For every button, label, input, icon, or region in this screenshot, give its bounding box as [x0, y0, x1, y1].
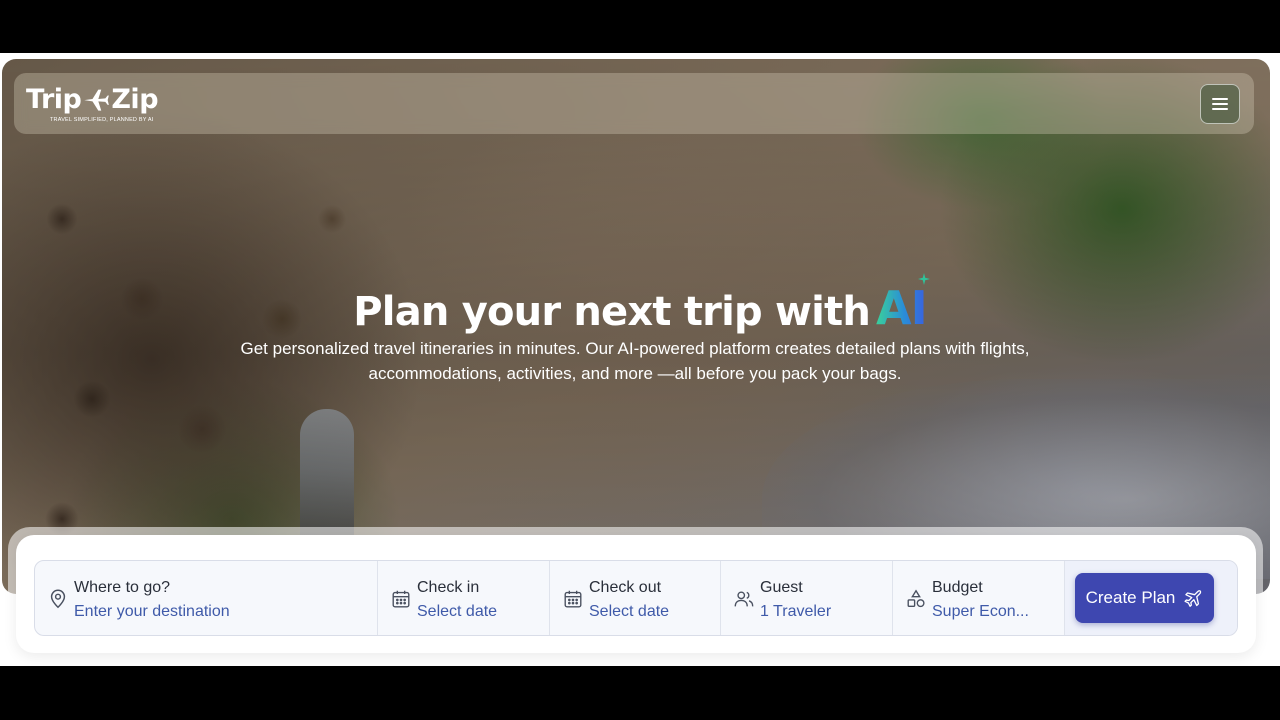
check-in-value[interactable]: Select date [417, 603, 497, 621]
destination-label: Where to go? [74, 579, 171, 596]
map-pin-icon [50, 589, 66, 609]
guest-value[interactable]: 1 Traveler [760, 603, 831, 621]
budget-label: Budget [932, 579, 983, 596]
brand-tagline: TRAVEL SIMPLIFIED, PLANNED BY AI [50, 117, 154, 123]
brand-name-right: Zip [111, 83, 159, 115]
sparkle-icon [917, 273, 930, 285]
plan-search-card: Where to go? Check in Select date [16, 535, 1256, 653]
hero-headline: Plan your next trip with AI [0, 273, 1280, 335]
budget-value[interactable]: Super Econ... [932, 603, 1029, 621]
guest-label: Guest [760, 579, 803, 596]
check-in-label: Check in [417, 579, 480, 596]
guest-field[interactable]: Guest 1 Traveler [721, 561, 893, 635]
check-out-label: Check out [589, 579, 662, 596]
destination-field[interactable]: Where to go? [35, 561, 378, 635]
menu-button[interactable] [1200, 84, 1240, 124]
airplane-icon [1184, 590, 1202, 607]
headline-text: Plan your next trip with [353, 289, 871, 335]
submit-area: Create Plan [1065, 561, 1237, 635]
shapes-icon [907, 589, 925, 608]
users-icon [734, 591, 754, 607]
headline-accent-ai: AI [876, 273, 930, 335]
plan-form: Where to go? Check in Select date [34, 560, 1238, 636]
brand-name-left: Trip [26, 83, 82, 115]
calendar-icon [392, 590, 410, 608]
budget-field[interactable]: Budget Super Econ... [893, 561, 1065, 635]
check-out-field[interactable]: Check out Select date [550, 561, 721, 635]
hamburger-menu-icon [1212, 98, 1228, 110]
airplane-icon [84, 89, 110, 111]
destination-input[interactable] [74, 603, 364, 621]
create-plan-button[interactable]: Create Plan [1075, 573, 1214, 623]
top-navbar: Trip Zip TRAVEL SIMPLIFIED, PLANNED BY A… [14, 73, 1254, 134]
calendar-icon [564, 590, 582, 608]
plan-search-panel: Where to go? Check in Select date [8, 527, 1263, 657]
create-plan-label: Create Plan [1085, 588, 1176, 607]
check-in-field[interactable]: Check in Select date [378, 561, 550, 635]
hero-subtitle: Get personalized travel itineraries in m… [240, 339, 1030, 383]
brand-logo[interactable]: Trip Zip TRAVEL SIMPLIFIED, PLANNED BY A… [26, 81, 166, 127]
check-out-value[interactable]: Select date [589, 603, 669, 621]
page: Trip Zip TRAVEL SIMPLIFIED, PLANNED BY A… [0, 53, 1280, 666]
